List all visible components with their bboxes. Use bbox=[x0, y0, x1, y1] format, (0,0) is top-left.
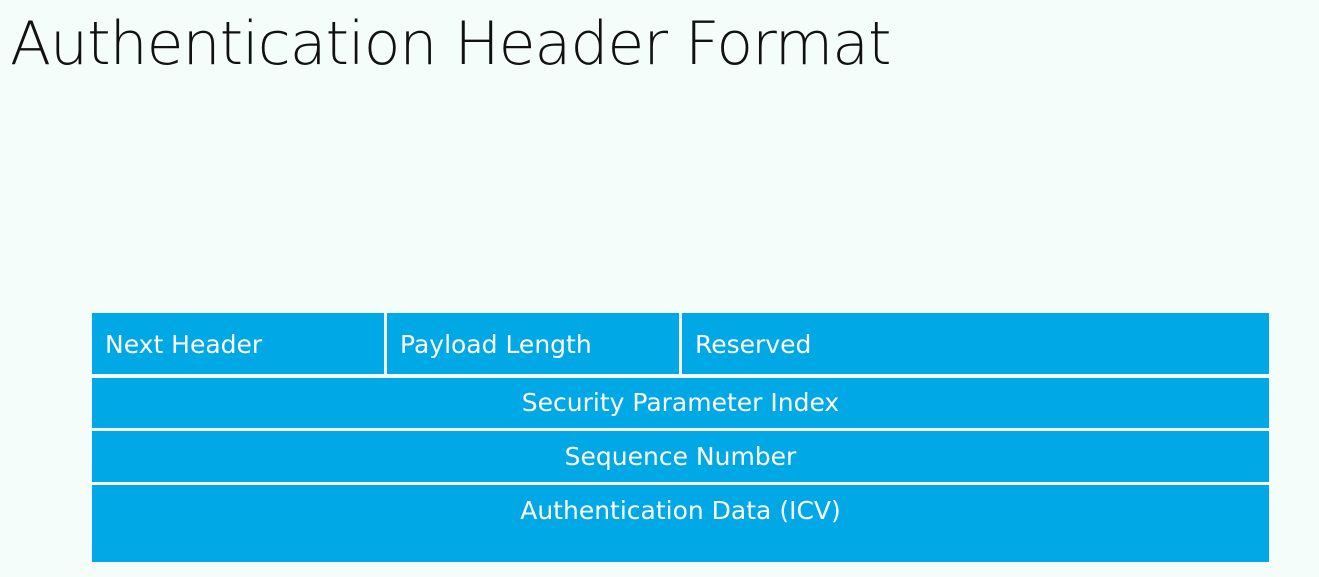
field-payload-length: Payload Length bbox=[387, 313, 679, 374]
field-security-parameter-index: Security Parameter Index bbox=[92, 378, 1269, 428]
field-sequence-number: Sequence Number bbox=[92, 431, 1269, 482]
header-row-sequence: Sequence Number bbox=[92, 431, 1269, 482]
field-next-header: Next Header bbox=[92, 313, 384, 374]
header-row-auth-data: Authentication Data (ICV) bbox=[92, 485, 1269, 562]
field-reserved: Reserved bbox=[682, 313, 1269, 374]
authentication-header-diagram: Next Header Payload Length Reserved Secu… bbox=[92, 313, 1269, 562]
header-row-spi: Security Parameter Index bbox=[92, 378, 1269, 428]
header-row-first-word: Next Header Payload Length Reserved bbox=[92, 313, 1269, 374]
slide-title: Authentication Header Format bbox=[10, 9, 891, 79]
field-authentication-data: Authentication Data (ICV) bbox=[92, 485, 1269, 562]
